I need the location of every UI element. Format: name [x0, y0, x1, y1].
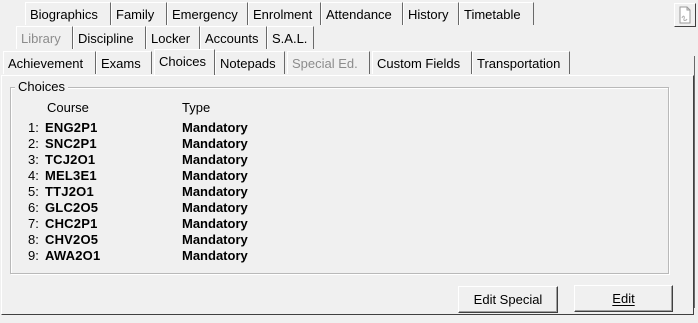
- row-number: 3:: [28, 152, 39, 167]
- tab-stack-shadow: [694, 56, 695, 308]
- tab-label: Enrolment: [253, 7, 313, 22]
- row-number: 5:: [28, 184, 39, 199]
- course-code: GLC2O5: [45, 200, 99, 215]
- tab-locker[interactable]: Locker: [146, 26, 200, 49]
- tab-custom-fields[interactable]: Custom Fields: [372, 51, 472, 74]
- course-type: Mandatory: [182, 152, 248, 167]
- tab-label: Library: [21, 31, 61, 46]
- tab-label: Notepads: [220, 56, 276, 71]
- course-type: Mandatory: [182, 168, 248, 183]
- tab-sal[interactable]: S.A.L.: [267, 26, 314, 49]
- edit-button-label: Edit: [612, 291, 635, 306]
- course-code: CHC2P1: [45, 216, 98, 231]
- tab-notepads[interactable]: Notepads: [215, 51, 285, 74]
- course-code: SNC2P1: [45, 136, 97, 151]
- course-type: Mandatory: [182, 248, 248, 263]
- row-number: 8:: [28, 232, 39, 247]
- tab-label: S.A.L.: [272, 31, 308, 46]
- tab-label: Exams: [101, 56, 141, 71]
- row-number: 7:: [28, 216, 39, 231]
- row-number: 4:: [28, 168, 39, 183]
- choices-groupbox: [10, 87, 669, 274]
- corner-document-button[interactable]: [674, 3, 696, 27]
- course-type: Mandatory: [182, 216, 248, 231]
- course-code: TTJ2O1: [45, 184, 94, 199]
- tab-label: Custom Fields: [377, 56, 461, 71]
- column-header-course: Course: [47, 100, 89, 115]
- row-number: 2:: [28, 136, 39, 151]
- edit-special-button[interactable]: Edit Special: [458, 286, 558, 313]
- course-code: ENG2P1: [45, 120, 98, 135]
- tab-discipline[interactable]: Discipline: [73, 26, 146, 49]
- tab-label: Emergency: [172, 7, 238, 22]
- tab-choices[interactable]: Choices: [154, 49, 215, 75]
- row-number: 1:: [28, 120, 39, 135]
- tab-label: Accounts: [205, 31, 259, 46]
- course-type: Mandatory: [182, 232, 248, 247]
- tab-emergency[interactable]: Emergency: [167, 2, 248, 25]
- row-number: 6:: [28, 200, 39, 215]
- tab-label: Choices: [159, 54, 206, 69]
- column-header-type: Type: [182, 100, 211, 115]
- tab-label: Discipline: [78, 31, 134, 46]
- tab-label: Attendance: [326, 7, 392, 22]
- groupbox-title: Choices: [15, 80, 68, 94]
- course-type: Mandatory: [182, 136, 248, 151]
- tab-label: Achievement: [8, 56, 84, 71]
- course-code: CHV2O5: [45, 232, 99, 247]
- course-type: Mandatory: [182, 184, 248, 199]
- tab-label: Biographics: [30, 7, 98, 22]
- document-icon: [679, 6, 691, 24]
- tab-accounts[interactable]: Accounts: [200, 26, 267, 49]
- tab-label: History: [408, 7, 449, 22]
- course-type: Mandatory: [182, 200, 248, 215]
- tab-exams[interactable]: Exams: [96, 51, 152, 74]
- course-code: MEL3E1: [45, 168, 97, 183]
- tab-family[interactable]: Family: [111, 2, 167, 25]
- edit-button[interactable]: Edit: [574, 285, 673, 312]
- tab-library[interactable]: Library: [16, 26, 73, 49]
- course-type: Mandatory: [182, 120, 248, 135]
- course-code: AWA2O1: [45, 248, 101, 263]
- tab-transportation[interactable]: Transportation: [472, 51, 570, 74]
- tab-special-ed[interactable]: Special Ed.: [287, 51, 370, 74]
- tab-timetable[interactable]: Timetable: [459, 2, 534, 25]
- tab-label: Transportation: [477, 56, 561, 71]
- tab-label: Family: [116, 7, 155, 22]
- row-number: 9:: [28, 248, 39, 263]
- tab-biographics[interactable]: Biographics: [25, 2, 111, 25]
- tab-label: Timetable: [464, 7, 521, 22]
- tab-label: Special Ed.: [292, 56, 358, 71]
- tab-label: Locker: [151, 31, 191, 46]
- tab-achievement[interactable]: Achievement: [3, 51, 96, 74]
- course-code: TCJ2O1: [45, 152, 96, 167]
- tab-enrolment[interactable]: Enrolment: [248, 2, 321, 25]
- tab-attendance[interactable]: Attendance: [321, 2, 403, 25]
- tab-history[interactable]: History: [403, 2, 459, 25]
